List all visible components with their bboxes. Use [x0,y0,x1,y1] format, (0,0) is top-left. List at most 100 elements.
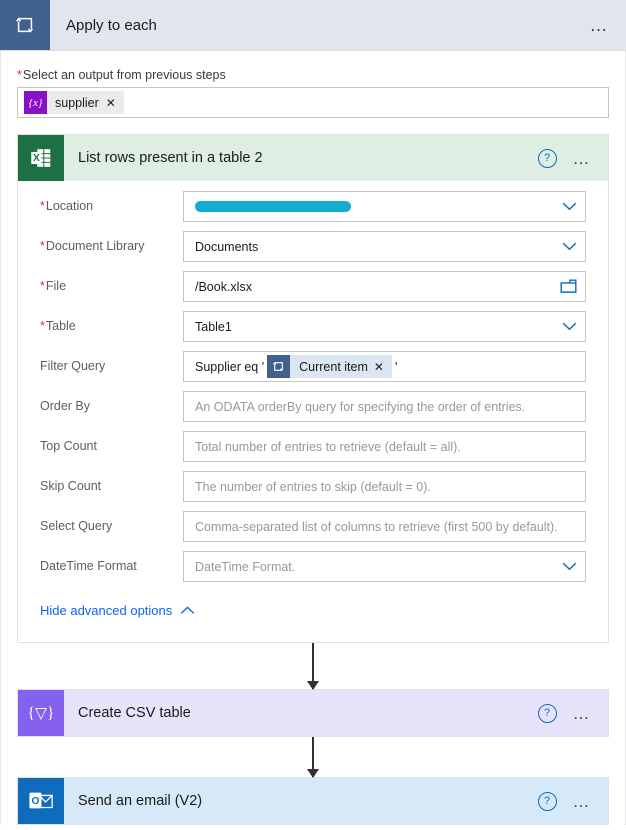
document-library-value: Documents [195,239,259,254]
help-icon[interactable]: ? [537,703,557,723]
help-icon[interactable]: ? [537,148,557,168]
apply-to-each-title: Apply to each [66,16,157,34]
document-library-input[interactable]: Documents [183,231,586,262]
skip-count-input[interactable]: The number of entries to skip (default =… [183,471,586,502]
order-by-placeholder: An ODATA orderBy query for specifying th… [195,399,526,414]
order-by-input[interactable]: An ODATA orderBy query for specifying th… [183,391,586,422]
create-csv-table-card[interactable]: {▽} Create CSV table ? … [17,689,609,737]
select-output-input[interactable]: {x} supplier ✕ [17,87,609,118]
send-email-actions: ? … [537,778,609,824]
list-rows-menu-button[interactable]: … [573,150,593,167]
skip-count-label: Skip Count [40,479,102,493]
required-asterisk: * [40,279,45,293]
list-rows-card-header[interactable]: X List rows present in a table 2 ? … [18,135,608,181]
outlook-icon: O [18,778,64,824]
file-label: *File [40,271,183,294]
document-library-label: *Document Library [40,231,183,254]
select-query-input[interactable]: Comma-separated list of columns to retri… [183,511,586,542]
hide-advanced-options-link[interactable]: Hide advanced options [18,595,608,642]
folder-picker-icon[interactable] [554,279,577,294]
chevron-down-icon[interactable] [556,562,577,571]
list-rows-card: X List rows present in a table 2 ? … *Lo… [17,134,609,643]
top-count-label: Top Count [40,439,97,453]
apply-to-each-body: *Select an output from previous steps {x… [0,51,626,825]
supplier-token-chip[interactable]: {x} supplier ✕ [24,91,124,114]
location-label-text: Location [45,199,94,213]
list-rows-card-title: List rows present in a table 2 [78,150,263,166]
required-asterisk: * [40,239,45,253]
select-output-label: *Select an output from previous steps [17,68,609,82]
help-icon[interactable]: ? [537,791,557,811]
field-row-skip-count: Skip Count The number of entries to skip… [40,471,586,502]
svg-text:O: O [31,796,39,807]
excel-icon: X [18,135,64,181]
required-asterisk: * [17,68,22,82]
top-count-input[interactable]: Total number of entries to retrieve (def… [183,431,586,462]
send-email-card[interactable]: O Send an email (V2) ? … [17,777,609,825]
current-item-token-chip[interactable]: Current item ✕ [267,355,392,378]
order-by-label: Order By [40,399,91,413]
file-input[interactable]: /Book.xlsx [183,271,586,302]
required-asterisk: * [40,199,45,213]
remove-current-item-token-icon[interactable]: ✕ [374,360,392,374]
document-library-label-text: Document Library [45,239,145,253]
send-email-menu-button[interactable]: … [573,793,593,810]
connector-csv-to-email [17,737,609,777]
filter-query-suffix: ' [394,359,398,374]
table-label-text: Table [45,319,76,333]
create-csv-table-title: Create CSV table [78,705,191,721]
apply-to-each-menu-button[interactable]: … [590,0,626,50]
field-row-document-library: *Document Library Documents [40,231,586,262]
filter-query-label: Filter Query [40,359,106,373]
chevron-down-icon[interactable] [556,242,577,251]
select-query-label: Select Query [40,519,113,533]
table-input[interactable]: Table1 [183,311,586,342]
skip-count-placeholder: The number of entries to skip (default =… [195,479,431,494]
supplier-token-label: supplier [55,95,99,110]
filter-query-prefix: Supplier eq ' [195,359,265,374]
file-label-text: File [45,279,67,293]
field-row-table: *Table Table1 [40,311,586,342]
field-row-select-query: Select Query Comma-separated list of col… [40,511,586,542]
loop-icon [267,355,291,378]
chevron-down-icon[interactable] [556,322,577,331]
chevron-up-icon [180,606,195,615]
create-csv-table-actions: ? … [537,690,609,736]
connector-excel-to-csv [17,643,609,689]
field-row-order-by: Order By An ODATA orderBy query for spec… [40,391,586,422]
select-query-placeholder: Comma-separated list of columns to retri… [195,519,558,534]
connector-line [312,737,314,777]
required-asterisk: * [40,319,45,333]
svg-text:{▽}: {▽} [28,705,55,722]
field-row-location: *Location [40,191,586,222]
filter-query-input[interactable]: Supplier eq ' Current item ✕ ' [183,351,586,382]
create-csv-table-menu-button[interactable]: … [573,705,593,722]
file-value: /Book.xlsx [195,279,252,294]
send-email-title: Send an email (V2) [78,793,203,809]
variable-icon: {x} [24,91,47,114]
loop-icon [0,0,50,50]
table-label: *Table [40,311,183,334]
location-label: *Location [40,191,183,214]
send-email-header[interactable]: O Send an email (V2) ? … [18,778,608,824]
svg-text:X: X [33,153,40,164]
field-row-filter-query: Filter Query Supplier eq ' Current item … [40,351,586,382]
apply-to-each-scope: Apply to each … *Select an output from p… [0,0,626,825]
field-row-datetime-format: DateTime Format DateTime Format. [40,551,586,582]
location-redaction-bar [195,201,351,212]
data-operation-icon: {▽} [18,690,64,736]
apply-to-each-header[interactable]: Apply to each … [0,0,626,51]
select-output-label-text: Select an output from previous steps [22,68,226,82]
location-input[interactable] [183,191,586,222]
top-count-placeholder: Total number of entries to retrieve (def… [195,439,461,454]
hide-advanced-options-label: Hide advanced options [40,603,173,618]
list-rows-card-actions: ? … [537,135,609,181]
create-csv-table-header[interactable]: {▽} Create CSV table ? … [18,690,608,736]
field-row-top-count: Top Count Total number of entries to ret… [40,431,586,462]
datetime-format-input[interactable]: DateTime Format. [183,551,586,582]
field-row-file: *File /Book.xlsx [40,271,586,302]
current-item-token-label: Current item [299,359,368,374]
remove-supplier-token-icon[interactable]: ✕ [106,96,124,110]
table-value: Table1 [195,319,232,334]
chevron-down-icon[interactable] [556,202,577,211]
